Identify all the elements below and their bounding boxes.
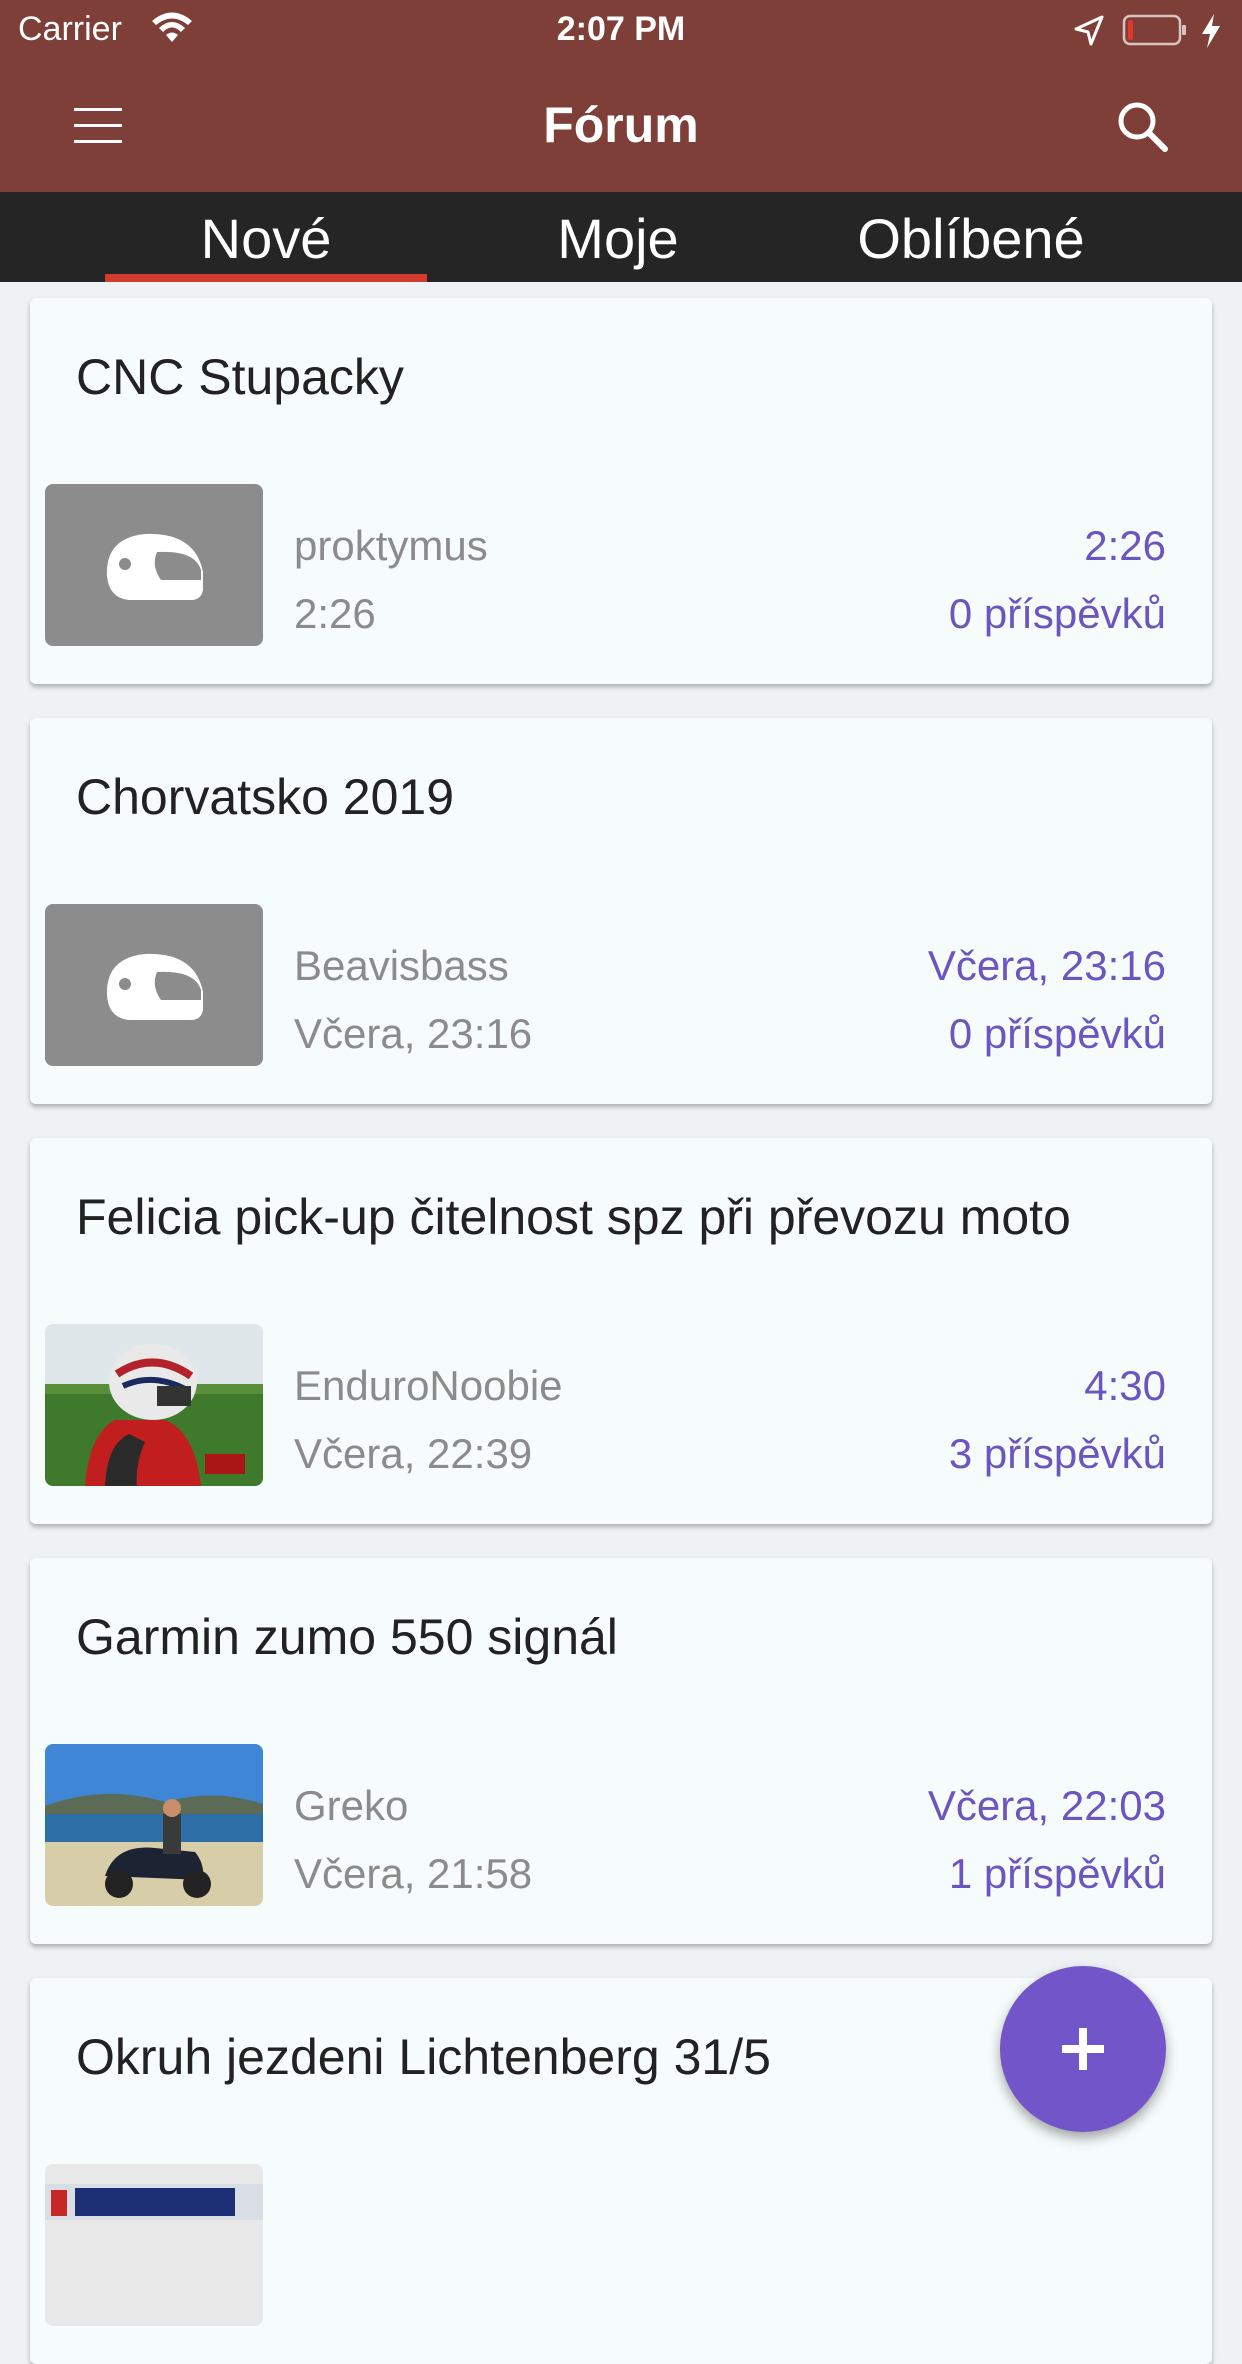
thread-title: CNC Stupacky bbox=[76, 349, 404, 405]
thread-card[interactable]: Felicia pick-up čitelnost spz při převoz… bbox=[30, 1138, 1212, 1524]
thread-author: proktymus bbox=[294, 522, 488, 569]
thread-last-activity: Včera, 22:03 bbox=[927, 1782, 1166, 1829]
tab-nove[interactable]: Nové bbox=[105, 206, 427, 271]
thread-post-count: 0 příspěvků bbox=[948, 1010, 1166, 1057]
rider-with-helmet-photo bbox=[45, 1324, 263, 1486]
thread-post-count: 3 příspěvků bbox=[948, 1430, 1166, 1477]
thread-post-count: 1 příspěvků bbox=[948, 1850, 1166, 1897]
thread-last-activity: 2:26 bbox=[1084, 522, 1166, 569]
thread-author: EnduroNoobie bbox=[294, 1362, 563, 1409]
thread-created: Včera, 23:16 bbox=[294, 1010, 533, 1057]
banner-photo bbox=[45, 2164, 263, 2326]
thread-created: Včera, 21:58 bbox=[294, 1850, 533, 1897]
thread-title: Okruh jezdeni Lichtenberg 31/5 bbox=[76, 2029, 771, 2085]
thread-title: Chorvatsko 2019 bbox=[76, 769, 455, 825]
thread-card[interactable]: CNC Stupacky proktymus 2:26 2:26 0 přísp… bbox=[30, 298, 1212, 684]
tab-indicator bbox=[105, 274, 427, 282]
page-title: Fórum bbox=[543, 97, 699, 153]
plus-icon bbox=[1062, 2028, 1104, 2070]
thread-last-activity: 4:30 bbox=[1084, 1362, 1166, 1409]
thread-author: Beavisbass bbox=[294, 942, 509, 989]
thread-title: Garmin zumo 550 signál bbox=[76, 1609, 618, 1665]
thread-last-activity: Včera, 23:16 bbox=[927, 942, 1166, 989]
thread-created: Včera, 22:39 bbox=[294, 1430, 533, 1477]
tab-bar: Nové Moje Oblíbené bbox=[0, 192, 1242, 282]
thread-author: Greko bbox=[294, 1782, 409, 1829]
tab-moje[interactable]: Moje bbox=[518, 206, 718, 271]
battery-low-icon bbox=[1122, 14, 1186, 46]
motorcycle-at-sea-photo bbox=[45, 1744, 263, 1906]
tab-oblibene[interactable]: Oblíbené bbox=[820, 206, 1122, 271]
helmet-placeholder-icon bbox=[45, 484, 263, 646]
add-thread-button[interactable] bbox=[1000, 1966, 1166, 2132]
status-bar: Carrier 2:07 PM bbox=[0, 0, 1242, 62]
thread-post-count: 0 příspěvků bbox=[948, 590, 1166, 637]
thread-card[interactable]: Garmin zumo 550 signál Greko Včera, 21:5… bbox=[30, 1558, 1212, 1944]
app-bar: Fórum bbox=[0, 62, 1242, 192]
thread-created: 2:26 bbox=[294, 590, 376, 637]
charging-bolt-icon bbox=[1202, 14, 1220, 48]
status-time: 2:07 PM bbox=[556, 10, 686, 48]
search-icon[interactable] bbox=[1112, 96, 1172, 156]
helmet-placeholder-icon bbox=[45, 904, 263, 1066]
thread-card[interactable]: Chorvatsko 2019 Beavisbass Včera, 23:16 … bbox=[30, 718, 1212, 1104]
location-arrow-icon bbox=[1074, 15, 1104, 46]
thread-title: Felicia pick-up čitelnost spz při převoz… bbox=[76, 1189, 1071, 1245]
